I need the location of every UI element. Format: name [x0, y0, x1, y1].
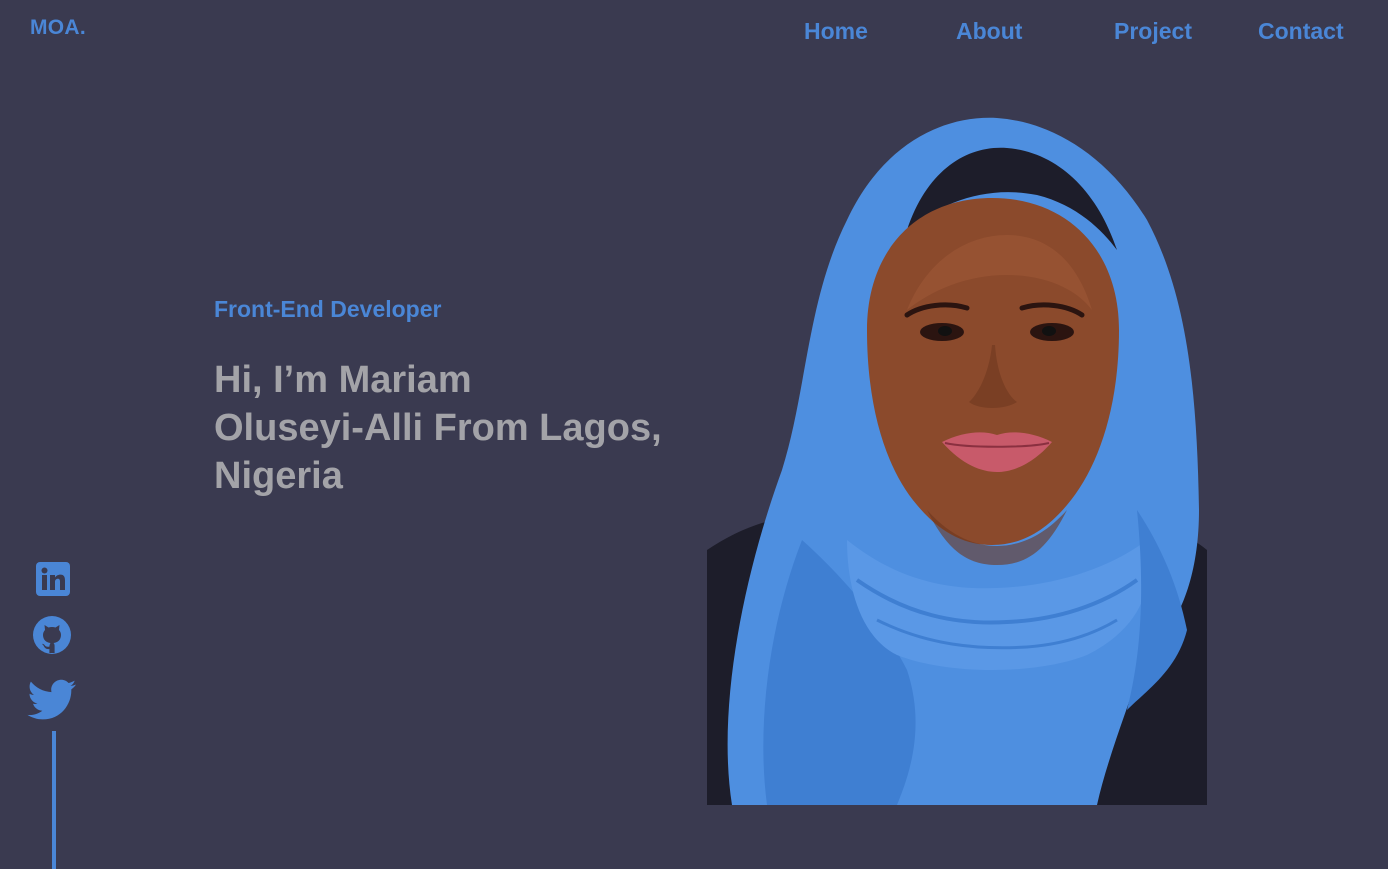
twitter-link[interactable]: [26, 678, 78, 722]
site-logo[interactable]: MOA.: [30, 16, 86, 40]
hero-role: Front-End Developer: [214, 296, 442, 322]
hero-heading: Hi, I’m Mariam Oluseyi-Alli From Lagos, …: [214, 356, 704, 500]
nav-link-about[interactable]: About: [956, 18, 1022, 45]
nav-link-project[interactable]: Project: [1114, 18, 1192, 45]
twitter-icon: [27, 679, 77, 721]
social-divider-line: [52, 731, 56, 869]
github-icon: [32, 615, 72, 655]
linkedin-icon: [36, 562, 70, 596]
nav-link-contact[interactable]: Contact: [1258, 18, 1344, 45]
nav-link-home[interactable]: Home: [804, 18, 868, 45]
profile-photo: [707, 110, 1207, 805]
hero-heading-line-3: Nigeria: [214, 455, 343, 497]
portfolio-page: MOA. Home About Project Contact Front-En…: [0, 0, 1388, 869]
hero-heading-line-1: Hi, I’m Mariam: [214, 359, 472, 401]
hero-heading-line-2: Oluseyi-Alli From Lagos,: [214, 407, 662, 449]
github-link[interactable]: [31, 614, 73, 656]
linkedin-link[interactable]: [34, 560, 72, 598]
